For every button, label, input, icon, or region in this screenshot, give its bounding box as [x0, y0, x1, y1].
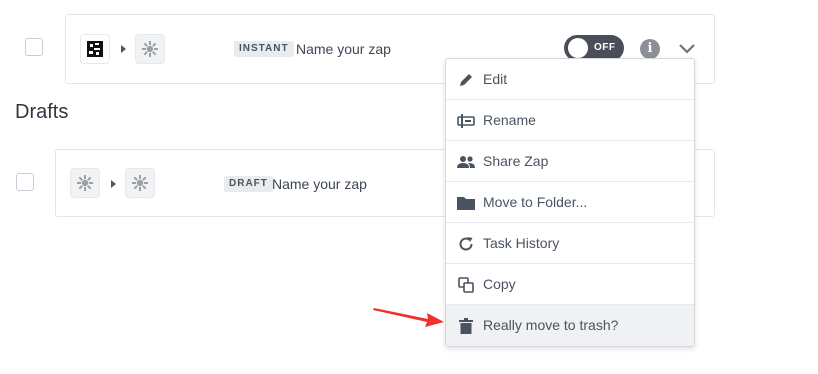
app-logo-icon: [87, 41, 103, 57]
menu-item-label: Copy: [483, 276, 516, 292]
menu-item-move-to-folder[interactable]: Move to Folder...: [446, 182, 694, 223]
chevron-down-icon[interactable]: [678, 43, 696, 55]
copy-icon: [457, 276, 475, 294]
menu-item-label: Edit: [483, 71, 508, 87]
menu-item-copy[interactable]: Copy: [446, 264, 694, 305]
status-badge: INSTANT: [234, 41, 294, 57]
step-arrow-icon: [121, 45, 126, 53]
draft-name[interactable]: Name your zap: [272, 176, 367, 192]
menu-item-label: Really move to trash?: [483, 317, 619, 333]
info-icon[interactable]: i: [640, 39, 660, 59]
menu-item-label: Task History: [483, 235, 560, 251]
menu-item-label: Rename: [483, 112, 536, 128]
action-app-icon: [125, 168, 155, 198]
gear-icon: [142, 41, 158, 57]
trash-icon: [457, 317, 475, 335]
gear-icon: [132, 175, 148, 191]
folder-icon: [457, 194, 475, 212]
gear-icon: [77, 175, 93, 191]
menu-item-task-history[interactable]: Task History: [446, 223, 694, 264]
toggle-knob: [568, 38, 588, 58]
status-badge: DRAFT: [224, 176, 273, 192]
people-icon: [457, 153, 475, 171]
menu-item-label: Move to Folder...: [483, 194, 588, 210]
section-title: Drafts: [15, 101, 69, 123]
menu-item-share-zap[interactable]: Share Zap: [446, 141, 694, 182]
action-app-icon: [135, 34, 165, 64]
step-arrow-icon: [111, 180, 116, 188]
pencil-icon: [457, 71, 475, 89]
zap-name[interactable]: Name your zap: [296, 41, 391, 57]
trigger-app-icon: [80, 34, 110, 64]
menu-item-label: Share Zap: [483, 153, 549, 169]
zap-select-checkbox[interactable]: [25, 38, 43, 56]
trigger-app-icon: [70, 168, 100, 198]
history-icon: [457, 235, 475, 253]
zap-context-menu: Edit Rename Share Zap Move to Folder...: [445, 58, 695, 347]
annotation-arrow-icon: [373, 308, 444, 327]
draft-select-checkbox[interactable]: [16, 173, 34, 191]
menu-item-edit[interactable]: Edit: [446, 59, 694, 100]
menu-item-move-to-trash[interactable]: Really move to trash?: [446, 305, 694, 346]
menu-item-rename[interactable]: Rename: [446, 100, 694, 141]
rename-icon: [457, 112, 475, 130]
